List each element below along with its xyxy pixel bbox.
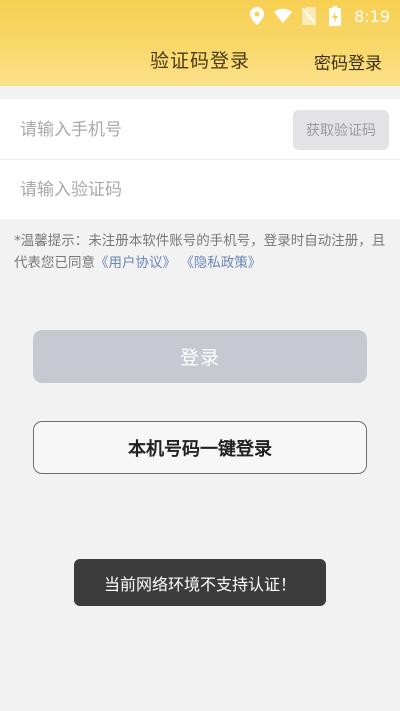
phone-input[interactable] [18, 109, 282, 151]
no-sim-icon [300, 7, 318, 25]
notice-text: *温馨提示：未注册本软件账号的手机号，登录时自动注册，且代表您已同意《用户协议》… [14, 230, 388, 274]
location-icon [248, 7, 266, 25]
header-bar: 8:19 验证码登录 密码登录 [0, 0, 400, 86]
toast-message: 当前网络环境不支持认证！ [74, 559, 326, 606]
verification-code-input[interactable] [18, 169, 282, 211]
login-button[interactable]: 登录 [33, 330, 367, 383]
battery-charging-icon [326, 6, 344, 26]
privacy-policy-link[interactable]: 《隐私政策》 [180, 255, 261, 271]
status-time: 8:19 [354, 6, 390, 26]
get-code-button[interactable]: 获取验证码 [293, 110, 389, 150]
wifi-icon [274, 7, 293, 25]
password-login-link[interactable]: 密码登录 [314, 49, 382, 74]
code-row [0, 159, 400, 219]
phone-row: 获取验证码 [0, 99, 400, 160]
one-key-login-button[interactable]: 本机号码一键登录 [33, 421, 367, 474]
status-bar: 8:19 [248, 6, 390, 26]
login-form: 获取验证码 [0, 99, 400, 219]
user-agreement-link[interactable]: 《用户协议》 [95, 255, 176, 271]
